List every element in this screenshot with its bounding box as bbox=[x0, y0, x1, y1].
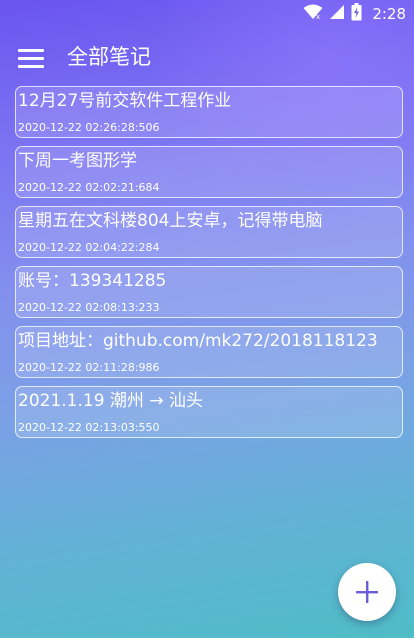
note-item[interactable]: 项目地址：github.com/mk272/2018118123 2020-12… bbox=[15, 326, 403, 378]
note-item[interactable]: 账号：139341285 2020-12-22 02:08:13:233 bbox=[15, 266, 403, 318]
status-time: 2:28 bbox=[372, 5, 406, 23]
note-timestamp: 2020-12-22 02:02:21:684 bbox=[18, 181, 160, 194]
status-bar: x 2:28 bbox=[0, 0, 414, 28]
note-item[interactable]: 12月27号前交软件工程作业 2020-12-22 02:26:28:506 bbox=[15, 86, 403, 138]
note-timestamp: 2020-12-22 02:26:28:506 bbox=[18, 121, 160, 134]
svg-text:x: x bbox=[316, 13, 320, 20]
note-item[interactable]: 星期五在文科楼804上安卓，记得带电脑 2020-12-22 02:04:22:… bbox=[15, 206, 403, 258]
note-item[interactable]: 下周一考图形学 2020-12-22 02:02:21:684 bbox=[15, 146, 403, 198]
note-item[interactable]: 2021.1.19 潮州 → 汕头 2020-12-22 02:13:03:55… bbox=[15, 386, 403, 438]
note-timestamp: 2020-12-22 02:04:22:284 bbox=[18, 241, 160, 254]
battery-icon bbox=[351, 3, 362, 25]
note-title: 下周一考图形学 bbox=[18, 151, 137, 171]
note-title: 账号：139341285 bbox=[18, 271, 167, 291]
note-title: 2021.1.19 潮州 → 汕头 bbox=[18, 391, 203, 411]
note-title: 星期五在文科楼804上安卓，记得带电脑 bbox=[18, 211, 323, 231]
note-timestamp: 2020-12-22 02:08:13:233 bbox=[18, 301, 160, 314]
plus-icon bbox=[356, 581, 378, 603]
wifi-icon: x bbox=[303, 4, 323, 24]
note-timestamp: 2020-12-22 02:11:28:986 bbox=[18, 361, 160, 374]
note-title: 项目地址：github.com/mk272/2018118123 bbox=[18, 331, 378, 351]
add-note-button[interactable] bbox=[338, 563, 396, 621]
status-icons: x 2:28 bbox=[303, 3, 406, 25]
note-title: 12月27号前交软件工程作业 bbox=[18, 91, 232, 111]
page-title: 全部笔记 bbox=[67, 45, 151, 69]
toolbar: 全部笔记 bbox=[0, 28, 414, 86]
hamburger-menu-icon[interactable] bbox=[12, 40, 48, 74]
note-list: 12月27号前交软件工程作业 2020-12-22 02:26:28:506 下… bbox=[15, 86, 403, 446]
note-timestamp: 2020-12-22 02:13:03:550 bbox=[18, 421, 160, 434]
signal-icon bbox=[329, 4, 345, 24]
